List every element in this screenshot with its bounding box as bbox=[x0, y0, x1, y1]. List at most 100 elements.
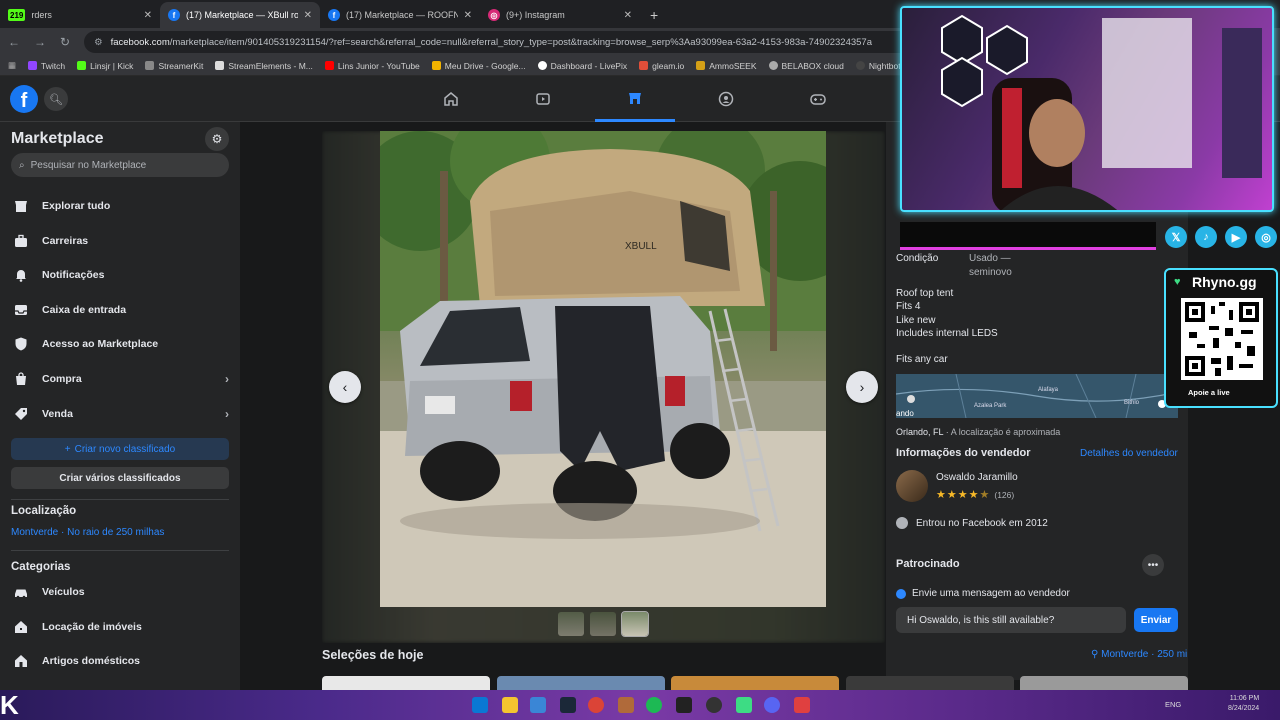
instagram-icon: ◎ bbox=[1255, 226, 1277, 248]
system-clock[interactable]: 11:06 PM 8/24/2024 bbox=[1228, 694, 1259, 714]
send-message-button[interactable]: Enviar bbox=[1134, 608, 1178, 632]
marketplace-search-input[interactable]: ⌕ Pesquisar no Marketplace bbox=[11, 153, 229, 177]
start-icon[interactable] bbox=[472, 697, 488, 713]
bookmark-belabox[interactable]: BELABOX cloud bbox=[768, 61, 844, 71]
seller-details-link[interactable]: Detalhes do vendedor bbox=[1080, 448, 1178, 459]
apps-icon[interactable]: ▦ bbox=[8, 60, 16, 71]
listing-card[interactable] bbox=[846, 676, 1014, 690]
bookmark-twitch[interactable]: Twitch bbox=[28, 61, 65, 71]
todays-picks-location[interactable]: ⚲ Montverde · 250 mi bbox=[1091, 649, 1187, 660]
sidebar-item-inbox[interactable]: Caixa de entrada bbox=[11, 296, 229, 324]
search-button[interactable]: 🔍︎ bbox=[44, 87, 68, 111]
obs-icon[interactable] bbox=[706, 697, 722, 713]
map-label: Bithlo bbox=[1124, 400, 1140, 406]
tab-title: (17) Marketplace — XBull roof t bbox=[186, 10, 298, 20]
app-icon[interactable] bbox=[794, 697, 810, 713]
photo-thumbnail[interactable] bbox=[558, 612, 584, 636]
reload-icon[interactable]: ↻ bbox=[60, 35, 70, 49]
nav-home[interactable] bbox=[411, 76, 491, 122]
previous-photo-button[interactable]: ‹ bbox=[329, 371, 361, 403]
facebook-logo[interactable]: f bbox=[10, 85, 38, 113]
bookmark-gleam[interactable]: gleam.io bbox=[639, 61, 684, 71]
app-icon[interactable] bbox=[618, 697, 634, 713]
chrome-icon[interactable] bbox=[588, 697, 604, 713]
tab-marketplace-roofnest[interactable]: f (17) Marketplace — ROOFNEST ✕ bbox=[320, 2, 480, 28]
spotify-icon[interactable] bbox=[646, 697, 662, 713]
file-explorer-icon[interactable] bbox=[502, 697, 518, 713]
category-vehicles[interactable]: Veículos bbox=[11, 578, 229, 606]
bookmark-kick[interactable]: Linsjr | Kick bbox=[77, 61, 133, 71]
discord-icon[interactable] bbox=[764, 697, 780, 713]
location-map[interactable]: Alafaya Azalea Park Bithlo ando bbox=[896, 374, 1178, 418]
next-photo-button[interactable]: › bbox=[846, 371, 878, 403]
stream-social-bar bbox=[900, 222, 1156, 250]
create-listing-button[interactable]: + Criar novo classificado bbox=[11, 438, 229, 460]
message-input[interactable]: Hi Oswaldo, is this still available? bbox=[896, 607, 1126, 633]
sidebar-item-marketplace-access[interactable]: Acesso ao Marketplace bbox=[11, 330, 229, 358]
bookmark-livepix[interactable]: Dashboard - LivePix bbox=[537, 61, 627, 71]
todays-picks-heading: Seleções de hoje bbox=[322, 648, 424, 662]
close-icon[interactable]: ✕ bbox=[304, 10, 312, 21]
bookmark-youtube[interactable]: Lins Junior - YouTube bbox=[324, 61, 420, 71]
rhyno-brand: Rhyno.gg bbox=[1192, 274, 1257, 290]
nav-groups[interactable] bbox=[686, 76, 766, 122]
sidebar-item-careers[interactable]: Carreiras bbox=[11, 227, 229, 255]
description-line: Like new bbox=[896, 315, 936, 326]
location-filter-link[interactable]: Montverde · No raio de 250 milhas bbox=[11, 527, 164, 538]
bookmark-ammoseek[interactable]: AmmoSEEK bbox=[696, 61, 757, 71]
nav-gaming[interactable] bbox=[778, 76, 858, 122]
steam-icon[interactable] bbox=[560, 697, 576, 713]
listing-card[interactable] bbox=[1020, 676, 1188, 690]
seller-avatar[interactable] bbox=[896, 470, 928, 502]
seller-name[interactable]: Oswaldo Jaramillo bbox=[936, 472, 1018, 483]
description-line: Fits any car bbox=[896, 354, 948, 365]
tab-instagram[interactable]: ◎ (9+) Instagram ✕ bbox=[480, 2, 640, 28]
listing-photo[interactable]: XBULL bbox=[380, 131, 826, 607]
sidebar-item-buying[interactable]: Compra › bbox=[11, 365, 229, 393]
listing-card[interactable] bbox=[497, 676, 665, 690]
listing-card[interactable] bbox=[322, 676, 490, 690]
nav-watch[interactable] bbox=[503, 76, 583, 122]
home-goods-icon bbox=[11, 651, 31, 671]
photo-thumbnail[interactable] bbox=[590, 612, 616, 636]
plus-icon: + bbox=[64, 443, 71, 455]
nav-marketplace[interactable] bbox=[595, 76, 675, 122]
inbox-icon bbox=[11, 300, 31, 320]
kick-icon bbox=[77, 61, 87, 70]
photo-thumbnail-active[interactable] bbox=[621, 611, 649, 637]
livepix-icon bbox=[537, 61, 547, 70]
home-icon bbox=[444, 92, 458, 106]
close-icon[interactable]: ✕ bbox=[624, 10, 632, 21]
settings-button[interactable]: ⚙ bbox=[205, 127, 229, 151]
more-options-button[interactable]: ••• bbox=[1142, 554, 1164, 576]
bookmark-google-drive[interactable]: Meu Drive - Google... bbox=[431, 61, 526, 71]
site-info-icon[interactable]: ⚙ bbox=[94, 37, 103, 48]
listing-card[interactable] bbox=[671, 676, 839, 690]
bell-icon bbox=[11, 265, 31, 285]
close-icon[interactable]: ✕ bbox=[144, 10, 152, 21]
app-icon[interactable] bbox=[736, 697, 752, 713]
close-icon[interactable]: ✕ bbox=[464, 10, 472, 21]
back-icon[interactable]: ← bbox=[8, 35, 20, 49]
bookmark-streamelements[interactable]: StreamElements - M... bbox=[215, 61, 313, 71]
create-multiple-listings-button[interactable]: Criar vários classificados bbox=[11, 467, 229, 489]
bookmark-streamerkit[interactable]: StreamerKit bbox=[145, 61, 203, 71]
terminal-icon[interactable] bbox=[676, 697, 692, 713]
tab-kick[interactable]: 219 rders ✕ bbox=[0, 2, 160, 28]
sidebar-item-selling[interactable]: Venda › bbox=[11, 400, 229, 428]
language-indicator[interactable]: ENG bbox=[1165, 700, 1181, 709]
new-tab-button[interactable]: + bbox=[640, 7, 668, 28]
category-property-rentals[interactable]: Locação de imóveis bbox=[11, 613, 229, 641]
listing-location: Orlando, FL · A localização é aproximada bbox=[896, 427, 1060, 437]
tab-title: (17) Marketplace — ROOFNEST bbox=[346, 10, 458, 20]
tab-marketplace-xbull[interactable]: f (17) Marketplace — XBull roof t ✕ bbox=[160, 2, 320, 28]
joined-text: Entrou no Facebook em 2012 bbox=[916, 517, 1048, 529]
sidebar-item-explore[interactable]: Explorar tudo bbox=[11, 192, 229, 220]
outlook-icon[interactable] bbox=[530, 697, 546, 713]
sidebar-item-notifications[interactable]: Notificações bbox=[11, 261, 229, 289]
location-note: · A localização é aproximada bbox=[943, 427, 1061, 437]
seller-rating: ★ ★ ★ ★ ★ (126) bbox=[936, 488, 1014, 501]
location-heading: Localização bbox=[11, 505, 77, 517]
category-home-goods[interactable]: Artigos domésticos bbox=[11, 647, 229, 675]
forward-icon[interactable]: → bbox=[34, 35, 46, 49]
